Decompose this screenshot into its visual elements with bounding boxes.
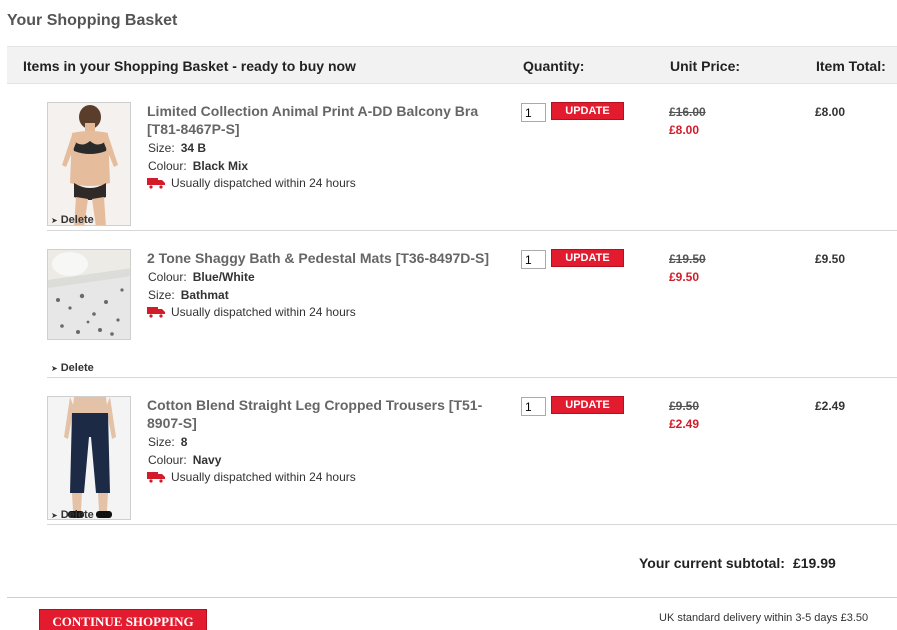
item-attr-size: Size: 34 B xyxy=(148,141,206,155)
delete-label: Delete xyxy=(60,509,94,521)
item-attr-size: Size: Bathmat xyxy=(148,288,229,302)
attr-value: Black Mix xyxy=(192,159,249,173)
item-divider xyxy=(47,524,897,525)
dispatch-info: Usually dispatched within 24 hours xyxy=(147,470,356,484)
attr-label: Size: xyxy=(148,435,175,449)
attr-label: Size: xyxy=(148,288,175,302)
basket-header: Items in your Shopping Basket - ready to… xyxy=(7,46,897,84)
quantity-input[interactable] xyxy=(521,103,546,122)
attr-value: Blue/White xyxy=(192,270,255,284)
truck-icon xyxy=(147,307,165,318)
product-name-link[interactable]: Limited Collection Animal Print A-DD Bal… xyxy=(147,102,507,138)
attr-value: 34 B xyxy=(180,141,207,155)
attr-label: Colour: xyxy=(148,159,187,173)
now-price: £8.00 xyxy=(669,123,700,137)
update-button[interactable]: UPDATE xyxy=(551,396,624,414)
product-name-link[interactable]: 2 Tone Shaggy Bath & Pedestal Mats [T36-… xyxy=(147,249,507,267)
item-attr-size: Size: 8 xyxy=(148,435,187,449)
delete-link[interactable]: ➤ Delete xyxy=(51,509,94,521)
truck-icon xyxy=(147,472,165,483)
header-quantity-label: Quantity: xyxy=(523,58,585,74)
item-divider xyxy=(47,377,897,378)
subtotal-label: Your current subtotal: xyxy=(639,555,785,571)
header-item-total-label: Item Total: xyxy=(816,58,886,74)
header-items-label: Items in your Shopping Basket - ready to… xyxy=(23,58,356,74)
continue-shopping-button[interactable]: CONTINUE SHOPPING xyxy=(39,609,207,630)
attr-label: Colour: xyxy=(148,270,187,284)
was-price: £9.50 xyxy=(669,399,700,413)
product-image-trousers[interactable] xyxy=(47,396,131,520)
now-price: £2.49 xyxy=(669,417,700,431)
header-unit-price-label: Unit Price: xyxy=(670,58,741,74)
dispatch-text: Usually dispatched within 24 hours xyxy=(171,305,356,319)
arrow-right-icon: ➤ xyxy=(51,364,58,373)
attr-value: Bathmat xyxy=(180,288,229,302)
was-price: £19.50 xyxy=(669,252,706,266)
item-attr-colour: Colour: Navy xyxy=(148,453,221,467)
delete-label: Delete xyxy=(60,362,94,374)
delete-label: Delete xyxy=(60,214,94,226)
product-image-bathmat[interactable] xyxy=(47,249,131,340)
item-divider xyxy=(47,230,897,231)
dispatch-info: Usually dispatched within 24 hours xyxy=(147,176,356,190)
item-total: £8.00 xyxy=(815,105,846,119)
subtotal: Your current subtotal: £19.99 xyxy=(639,555,836,571)
dispatch-text: Usually dispatched within 24 hours xyxy=(171,176,356,190)
truck-icon xyxy=(147,178,165,189)
delete-link[interactable]: ➤ Delete xyxy=(51,362,94,374)
quantity-input[interactable] xyxy=(521,397,546,416)
item-total: £2.49 xyxy=(815,399,846,413)
arrow-right-icon: ➤ xyxy=(51,216,58,225)
item-total: £9.50 xyxy=(815,252,846,266)
dispatch-info: Usually dispatched within 24 hours xyxy=(147,305,356,319)
attr-value: 8 xyxy=(180,435,188,449)
product-name-link[interactable]: Cotton Blend Straight Leg Cropped Trouse… xyxy=(147,396,507,432)
subtotal-value: £19.99 xyxy=(792,555,836,571)
attr-label: Size: xyxy=(148,141,175,155)
attr-value: Navy xyxy=(192,453,222,467)
page-title: Your Shopping Basket xyxy=(7,12,178,29)
arrow-right-icon: ➤ xyxy=(51,511,58,520)
dispatch-text: Usually dispatched within 24 hours xyxy=(171,470,356,484)
now-price: £9.50 xyxy=(669,270,700,284)
was-price: £16.00 xyxy=(669,105,706,119)
product-image-bra[interactable] xyxy=(47,102,131,226)
delivery-note: UK standard delivery within 3-5 days £3.… xyxy=(659,612,869,624)
update-button[interactable]: UPDATE xyxy=(551,249,624,267)
footer-divider xyxy=(7,597,897,598)
item-attr-colour: Colour: Blue/White xyxy=(148,270,255,284)
update-button[interactable]: UPDATE xyxy=(551,102,624,120)
quantity-input[interactable] xyxy=(521,250,546,269)
attr-label: Colour: xyxy=(148,453,187,467)
item-attr-colour: Colour: Black Mix xyxy=(148,159,248,173)
delete-link[interactable]: ➤ Delete xyxy=(51,214,94,226)
